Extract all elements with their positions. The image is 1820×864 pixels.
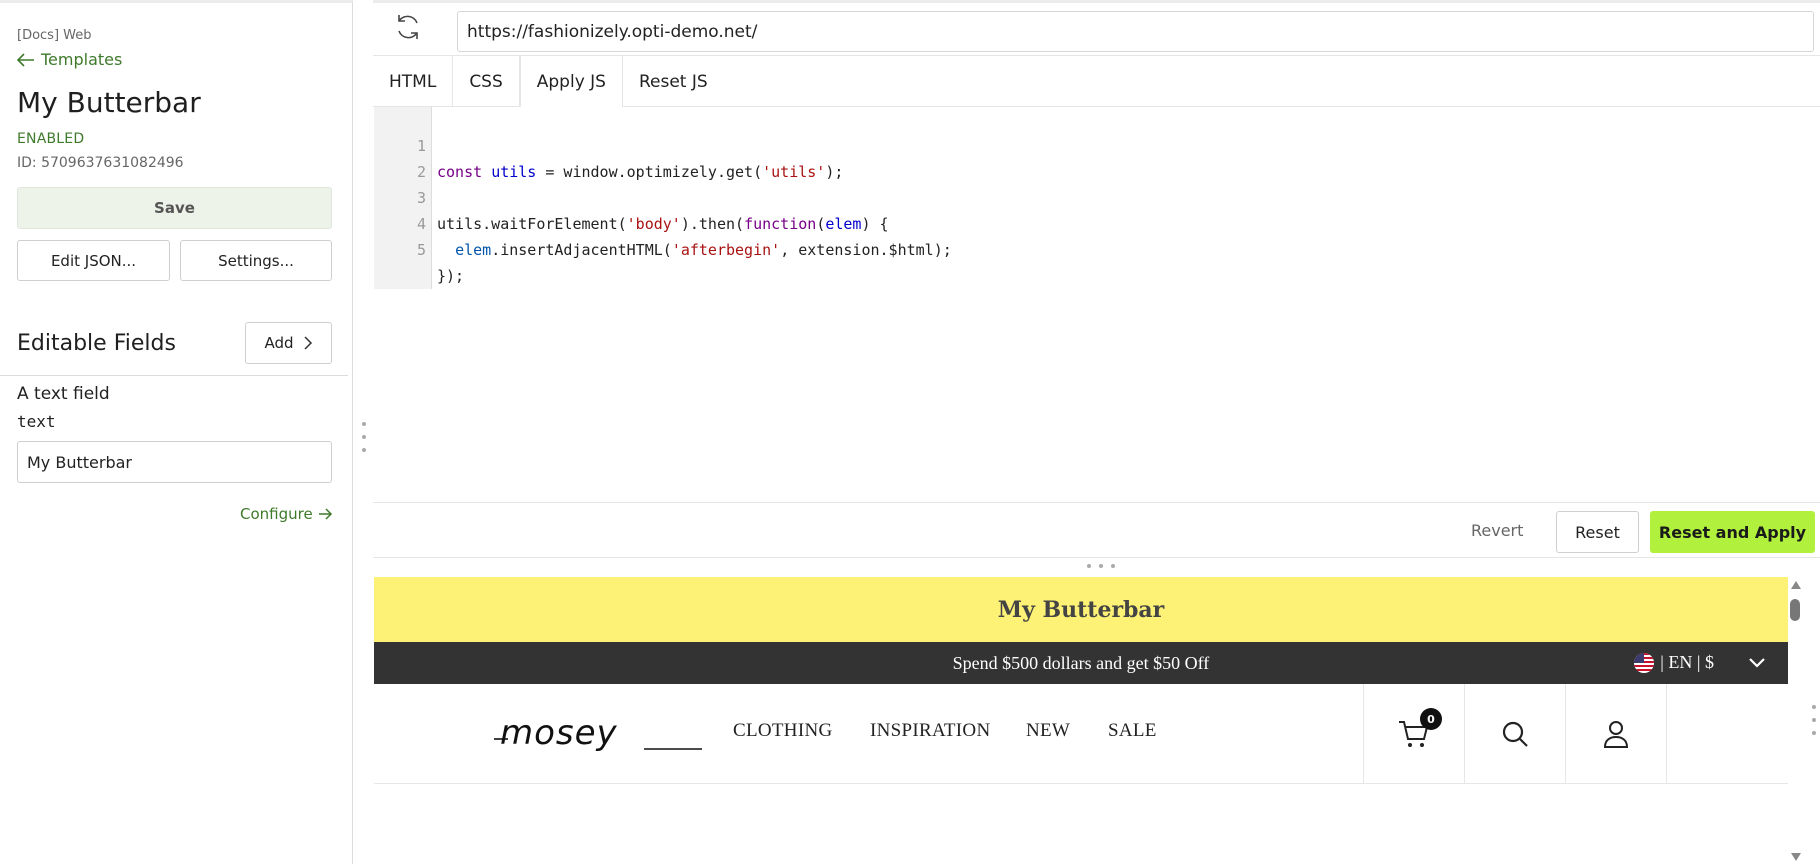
preview-scrollbar[interactable] — [1788, 577, 1804, 864]
configure-link[interactable]: Configure — [240, 505, 333, 523]
action-bar: Revert Reset Reset and Apply — [373, 502, 1820, 558]
extension-id: ID: 5709637631082496 — [17, 155, 184, 171]
tab-html[interactable]: HTML — [373, 56, 454, 107]
scroll-thumb[interactable] — [1790, 599, 1800, 621]
sidebar: [Docs] Web Templates My Butterbar ENABLE… — [0, 0, 353, 864]
reset-button[interactable]: Reset — [1556, 511, 1639, 553]
nav-empty-cell — [1666, 684, 1788, 784]
code-tabs: HTML CSS Apply JS Reset JS — [373, 56, 1820, 107]
butterbar: My Butterbar — [374, 577, 1788, 642]
arrow-left-icon — [17, 52, 34, 67]
site-navbar: mosey CLOTHING INSPIRATION NEW SALE 0 — [374, 684, 1788, 784]
chevron-down-icon[interactable] — [1748, 655, 1766, 671]
refresh-icon[interactable] — [393, 12, 423, 42]
user-icon — [1603, 721, 1629, 748]
right-splitter-handle[interactable] — [1811, 705, 1817, 735]
promo-bar: Spend $500 dollars and get $50 Off | EN … — [374, 642, 1788, 684]
search-icon — [1502, 721, 1528, 747]
back-link-label: Templates — [41, 50, 123, 69]
project-label: [Docs] Web — [17, 28, 92, 43]
cart-count-badge: 0 — [1420, 708, 1442, 730]
promo-text: Spend $500 dollars and get $50 Off — [952, 652, 1210, 673]
code-line: 4 elem.insertAdjacentHTML('afterbegin', … — [374, 185, 1774, 259]
cart-button[interactable]: 0 — [1363, 684, 1464, 784]
preview-url-input[interactable] — [457, 11, 1814, 52]
horizontal-splitter-handle[interactable] — [1087, 563, 1115, 569]
mosey-logo[interactable]: mosey — [494, 714, 704, 758]
field-label: A text field — [17, 384, 110, 404]
reset-and-apply-button[interactable]: Reset and Apply — [1650, 511, 1815, 553]
status-badge: ENABLED — [17, 131, 85, 147]
add-button-label: Add — [264, 334, 294, 352]
line-number: 5 — [416, 241, 426, 259]
scroll-up-arrow[interactable] — [1791, 581, 1801, 589]
us-flag-icon — [1634, 652, 1655, 673]
nav-new[interactable]: NEW — [1026, 720, 1070, 742]
nav-sale[interactable]: SALE — [1108, 720, 1157, 742]
account-button[interactable] — [1565, 684, 1666, 784]
site-preview: My Butterbar Spend $500 dollars and get … — [374, 577, 1788, 864]
code-text: elem.insertAdjacentHTML('afterbegin', ex… — [455, 241, 952, 259]
code-line: 3 utils.waitForElement('body').then(func… — [374, 159, 1774, 233]
arrow-right-icon — [318, 508, 332, 520]
locale-text: | EN | $ — [1660, 652, 1714, 672]
url-bar — [373, 0, 1820, 56]
nav-inspiration[interactable]: INSPIRATION — [870, 720, 990, 742]
text-field-input[interactable] — [17, 441, 332, 483]
tab-css[interactable]: CSS — [453, 56, 520, 107]
code-line: 5 }); — [374, 211, 1774, 285]
logo-text: mosey — [500, 714, 618, 753]
configure-label: Configure — [240, 505, 313, 523]
revert-button[interactable]: Revert — [1471, 521, 1523, 540]
code-editor[interactable]: 1 const utils = window.optimizely.get('u… — [374, 107, 1820, 501]
divider — [0, 375, 348, 376]
settings-button[interactable]: Settings... — [180, 240, 332, 281]
tab-reset-js[interactable]: Reset JS — [623, 56, 724, 107]
back-to-templates-link[interactable]: Templates — [17, 50, 122, 69]
editable-fields-title: Editable Fields — [17, 331, 176, 356]
search-button[interactable] — [1464, 684, 1565, 784]
save-button[interactable]: Save — [17, 187, 332, 229]
scroll-down-arrow[interactable] — [1791, 853, 1801, 861]
nav-clothing[interactable]: CLOTHING — [733, 720, 833, 742]
vertical-splitter-handle[interactable] — [361, 422, 367, 452]
code-line: 1 const utils = window.optimizely.get('u… — [374, 107, 1774, 181]
add-field-button[interactable]: Add — [245, 322, 332, 364]
tab-apply-js[interactable]: Apply JS — [519, 56, 623, 107]
code-text: }); — [437, 267, 465, 285]
edit-json-button[interactable]: Edit JSON... — [17, 240, 170, 281]
page-title: My Butterbar — [17, 86, 201, 119]
locale-selector[interactable]: | EN | $ — [1634, 652, 1714, 673]
chevron-right-icon — [303, 336, 312, 350]
field-key: text — [17, 412, 56, 431]
code-line: 2 — [374, 133, 1774, 181]
